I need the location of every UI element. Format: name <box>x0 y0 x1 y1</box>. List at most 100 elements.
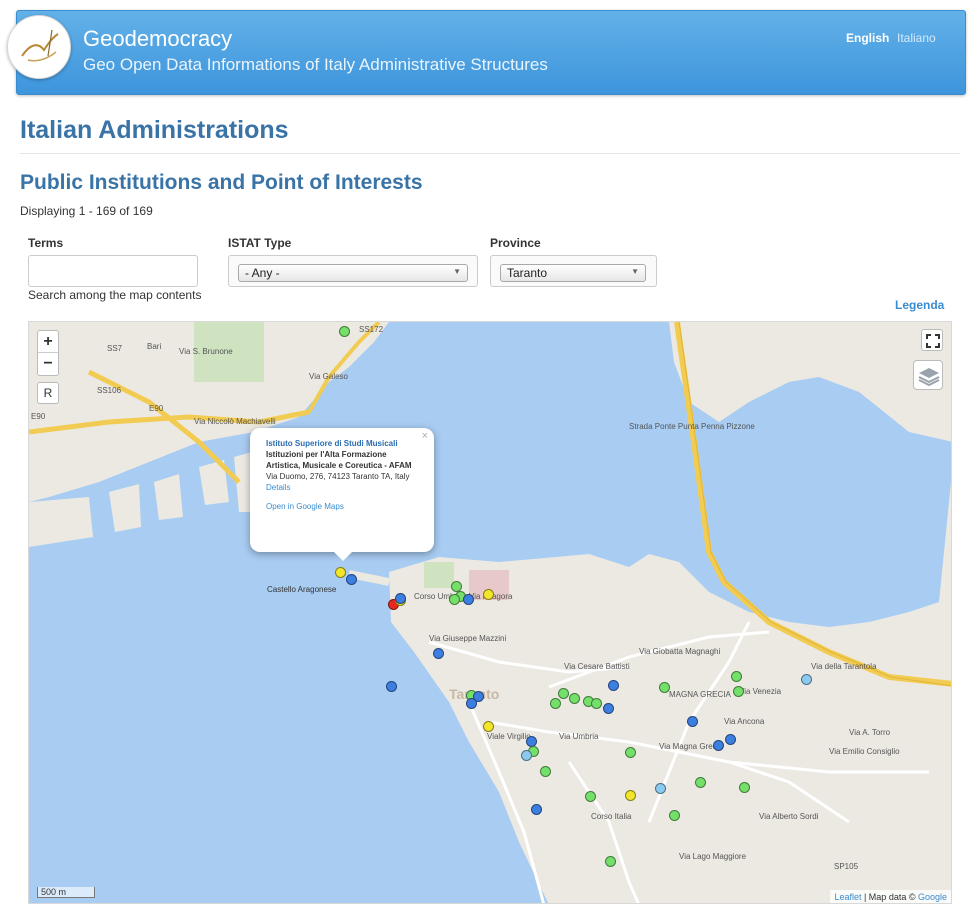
map-marker[interactable] <box>521 750 532 761</box>
map-marker[interactable] <box>346 574 357 585</box>
map-marker[interactable] <box>395 593 406 604</box>
chevron-down-icon: ▼ <box>631 267 639 276</box>
istat-type-select[interactable]: - Any - ▼ <box>238 264 468 282</box>
istat-type-wrapper: - Any - ▼ <box>228 255 478 287</box>
map-marker[interactable] <box>655 783 666 794</box>
road-shield: SS106 <box>97 386 122 395</box>
map-marker[interactable] <box>335 567 346 578</box>
province-select[interactable]: Taranto ▼ <box>500 264 646 282</box>
popup-title[interactable]: Istituto Superiore di Studi Musicali <box>266 438 420 449</box>
road-shield: E90 <box>31 412 46 421</box>
popup-address: Via Duomo, 276, 74123 Taranto TA, Italy <box>266 472 410 481</box>
map-marker[interactable] <box>625 790 636 801</box>
marker-popup: × Istituto Superiore di Studi Musicali I… <box>250 428 434 561</box>
street-label: Corso Italia <box>591 812 632 821</box>
map-marker[interactable] <box>463 594 474 605</box>
result-summary: Displaying 1 - 169 of 169 <box>20 204 153 218</box>
map-marker[interactable] <box>625 747 636 758</box>
zoom-out-button[interactable]: − <box>38 353 58 375</box>
site-logo[interactable] <box>7 15 71 79</box>
street-label: Via della Tarantola <box>811 662 877 671</box>
map-marker[interactable] <box>733 686 744 697</box>
layers-icon[interactable] <box>913 360 943 390</box>
map-marker[interactable] <box>483 721 494 732</box>
map-marker[interactable] <box>591 698 602 709</box>
map-marker[interactable] <box>558 688 569 699</box>
street-label: Via Giuseppe Mazzini <box>429 634 507 643</box>
istat-type-value: - Any - <box>245 266 280 280</box>
street-label: Bari <box>147 342 162 351</box>
map-marker[interactable] <box>466 698 477 709</box>
street-label: MAGNA GRECIA <box>669 690 731 699</box>
chevron-down-icon: ▼ <box>453 267 461 276</box>
site-header: Geodemocracy Geo Open Data Informations … <box>7 10 966 95</box>
street-label: Via Ancona <box>724 717 765 726</box>
street-label: Via Venezia <box>739 687 782 696</box>
map-attribution: Leaflet | Map data © Google <box>830 890 951 903</box>
close-icon[interactable]: × <box>422 431 428 442</box>
map-marker[interactable] <box>669 810 680 821</box>
language-english-link[interactable]: English <box>846 31 889 45</box>
legenda-link[interactable]: Legenda <box>895 298 944 312</box>
street-label: Viale Virgilio <box>487 732 531 741</box>
map-marker[interactable] <box>725 734 736 745</box>
street-label: Via Lago Maggiore <box>679 852 747 861</box>
map-marker[interactable] <box>801 674 812 685</box>
map-marker[interactable] <box>659 682 670 693</box>
street-label: Via Emilio Consiglio <box>829 747 900 756</box>
map-marker[interactable] <box>713 740 724 751</box>
view-title: Public Institutions and Point of Interes… <box>20 171 423 194</box>
istat-type-label: ISTAT Type <box>228 236 292 250</box>
street-label: SP105 <box>834 862 859 871</box>
fullscreen-icon[interactable] <box>921 329 943 351</box>
province-value: Taranto <box>507 266 548 280</box>
leaflet-link[interactable]: Leaflet <box>834 892 861 902</box>
street-label: Via Niccolò Machiavelli <box>194 417 276 426</box>
map-marker[interactable] <box>585 791 596 802</box>
map-scale: 500 m <box>37 887 95 898</box>
map-marker[interactable] <box>603 703 614 714</box>
popup-category: Istituzioni per l'Alta Formazione Artist… <box>266 450 412 470</box>
map-marker[interactable] <box>449 594 460 605</box>
street-label: Via Giobatta Magnaghi <box>639 647 721 656</box>
site-name[interactable]: Geodemocracy <box>83 26 232 52</box>
map-marker[interactable] <box>695 777 706 788</box>
map-marker[interactable] <box>540 766 551 777</box>
title-divider <box>20 153 960 154</box>
road-shield: SS7 <box>107 344 123 353</box>
castle-label: Castello Aragonese <box>267 585 337 594</box>
map-marker[interactable] <box>569 693 580 704</box>
road-shield: E90 <box>149 404 164 413</box>
map-marker[interactable] <box>433 648 444 659</box>
map-marker[interactable] <box>605 856 616 867</box>
map-marker[interactable] <box>339 326 350 337</box>
map-marker[interactable] <box>483 589 494 600</box>
map-marker[interactable] <box>731 671 742 682</box>
site-slogan: Geo Open Data Informations of Italy Admi… <box>83 55 548 74</box>
terms-input[interactable] <box>28 255 198 287</box>
map-marker[interactable] <box>739 782 750 793</box>
popup-google-maps-link[interactable]: Open in Google Maps <box>266 501 420 512</box>
province-label: Province <box>490 236 541 250</box>
terms-label: Terms <box>28 236 64 250</box>
map-marker[interactable] <box>608 680 619 691</box>
street-label: Via Alberto Sordi <box>759 812 819 821</box>
map-marker[interactable] <box>687 716 698 727</box>
street-label: Strada Ponte Punta Penna Pizzone <box>629 422 755 431</box>
map-marker[interactable] <box>531 804 542 815</box>
street-label: Via Umbria <box>559 732 599 741</box>
road-shield: SS172 <box>359 325 384 334</box>
map-marker[interactable] <box>386 681 397 692</box>
province-wrapper: Taranto ▼ <box>490 255 657 287</box>
attribution-text: | Map data © <box>861 892 918 902</box>
map-container[interactable]: Via Giuseppe Mazzini Via Cesare Battisti… <box>28 321 952 904</box>
zoom-in-button[interactable]: + <box>38 331 58 353</box>
popup-tip <box>334 552 352 561</box>
language-italiano-link[interactable]: Italiano <box>897 31 936 45</box>
street-label: Via S. Brunone <box>179 347 233 356</box>
map-marker[interactable] <box>550 698 561 709</box>
reset-button[interactable]: R <box>37 382 59 404</box>
google-link[interactable]: Google <box>918 892 947 902</box>
popup-details-link[interactable]: Details <box>266 482 420 493</box>
terms-help-text: Search among the map contents <box>28 288 202 302</box>
